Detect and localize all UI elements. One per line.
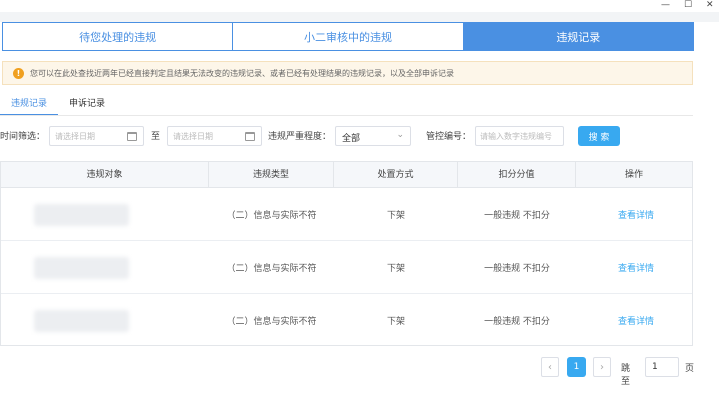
goto-label: 跳至	[621, 364, 631, 387]
calendar-icon	[245, 132, 255, 141]
column-header-points: 扣分分值	[458, 162, 576, 188]
warning-icon: !	[13, 67, 24, 79]
table-row: （二）信息与实际不符 下架 一般违规 不扣分 查看详情	[1, 294, 692, 347]
close-icon[interactable]: ✕	[706, 0, 714, 10]
table-row: （二）信息与实际不符 下架 一般违规 不扣分 查看详情	[1, 241, 692, 294]
tab-pending-violations[interactable]: 待您处理的违规	[3, 23, 234, 50]
view-details-link[interactable]: 查看详情	[576, 241, 696, 294]
severity-value: 全部	[342, 134, 361, 144]
start-date-input[interactable]: 请选择日期	[49, 126, 144, 146]
maximize-icon[interactable]: ☐	[684, 0, 692, 10]
disposal-method: 下架	[386, 317, 405, 327]
table-header: 违规对象 违规类型 处置方式 扣分分值 操作	[1, 162, 692, 188]
date-range-separator: 至	[151, 132, 161, 142]
redacted-block	[33, 256, 129, 279]
column-header-target: 违规对象	[1, 162, 209, 188]
column-header-disposal: 处置方式	[334, 162, 458, 188]
prev-page-button[interactable]: ‹	[541, 357, 559, 377]
disposal-method: 下架	[386, 211, 405, 221]
control-number-label: 管控编号：	[426, 132, 472, 142]
points-value: 一般违规 不扣分	[484, 264, 550, 274]
end-date-placeholder: 请选择日期	[173, 132, 213, 141]
tab-violation-records[interactable]: 违规记录	[463, 23, 693, 50]
tab-under-review[interactable]: 小二审核中的违规	[233, 23, 464, 50]
end-date-input[interactable]: 请选择日期	[167, 126, 262, 146]
points-value: 一般违规 不扣分	[484, 211, 550, 221]
redacted-block	[33, 309, 129, 332]
violation-type: （二）信息与实际不符	[226, 264, 317, 274]
redacted-target	[1, 188, 161, 241]
current-page-button[interactable]: 1	[567, 357, 586, 377]
points-value: 一般违规 不扣分	[484, 317, 550, 327]
redacted-block	[33, 203, 129, 226]
table-row: （二）信息与实际不符 下架 一般违规 不扣分 查看详情	[1, 188, 692, 241]
calendar-icon	[127, 132, 137, 141]
top-strip	[0, 12, 719, 22]
violation-type: （二）信息与实际不符	[226, 317, 317, 327]
view-details-link[interactable]: 查看详情	[576, 294, 696, 347]
main-tabs: 待您处理的违规 小二审核中的违规 违规记录	[2, 22, 694, 51]
column-header-type: 违规类型	[209, 162, 334, 188]
violation-type: （二）信息与实际不符	[226, 211, 317, 221]
severity-label: 违规严重程度：	[268, 132, 332, 142]
notice-text: 您可以在此处查找近两年已经直接判定且结果无法改变的违规记录、或者已经有处理结果的…	[30, 68, 454, 78]
next-page-button[interactable]: ›	[593, 357, 611, 377]
page-unit-label: 页	[685, 364, 695, 374]
disposal-method: 下架	[386, 264, 405, 274]
time-filter-label: 时间筛选：	[0, 132, 46, 142]
sub-tabs: 违规记录 申诉记录	[0, 96, 116, 116]
redacted-target	[1, 241, 161, 294]
control-number-input[interactable]	[475, 126, 564, 146]
subtab-violation-records[interactable]: 违规记录	[0, 96, 59, 116]
filter-bar: 时间筛选： 请选择日期 至 请选择日期 违规严重程度： 全部 ⌄ 管控编号： 搜…	[0, 126, 700, 146]
search-button[interactable]: 搜 索	[578, 126, 620, 146]
notice-banner: ! 您可以在此处查找近两年已经直接判定且结果无法改变的违规记录、或者已经有处理结…	[2, 61, 693, 85]
view-details-link[interactable]: 查看详情	[576, 188, 696, 241]
window-titlebar: — ☐ ✕	[0, 0, 719, 12]
chevron-down-icon: ⌄	[396, 130, 404, 140]
redacted-target	[1, 294, 161, 347]
subtab-appeal-records[interactable]: 申诉记录	[58, 96, 116, 116]
column-header-operation: 操作	[624, 170, 643, 180]
subtab-divider	[0, 115, 693, 116]
goto-page-input[interactable]	[645, 357, 679, 377]
violation-table: 违规对象 违规类型 处置方式 扣分分值 操作 （二）信息与实际不符 下架 一般违…	[0, 161, 693, 346]
minimize-icon[interactable]: —	[661, 0, 670, 10]
start-date-placeholder: 请选择日期	[55, 132, 95, 141]
severity-select[interactable]: 全部 ⌄	[335, 126, 411, 146]
